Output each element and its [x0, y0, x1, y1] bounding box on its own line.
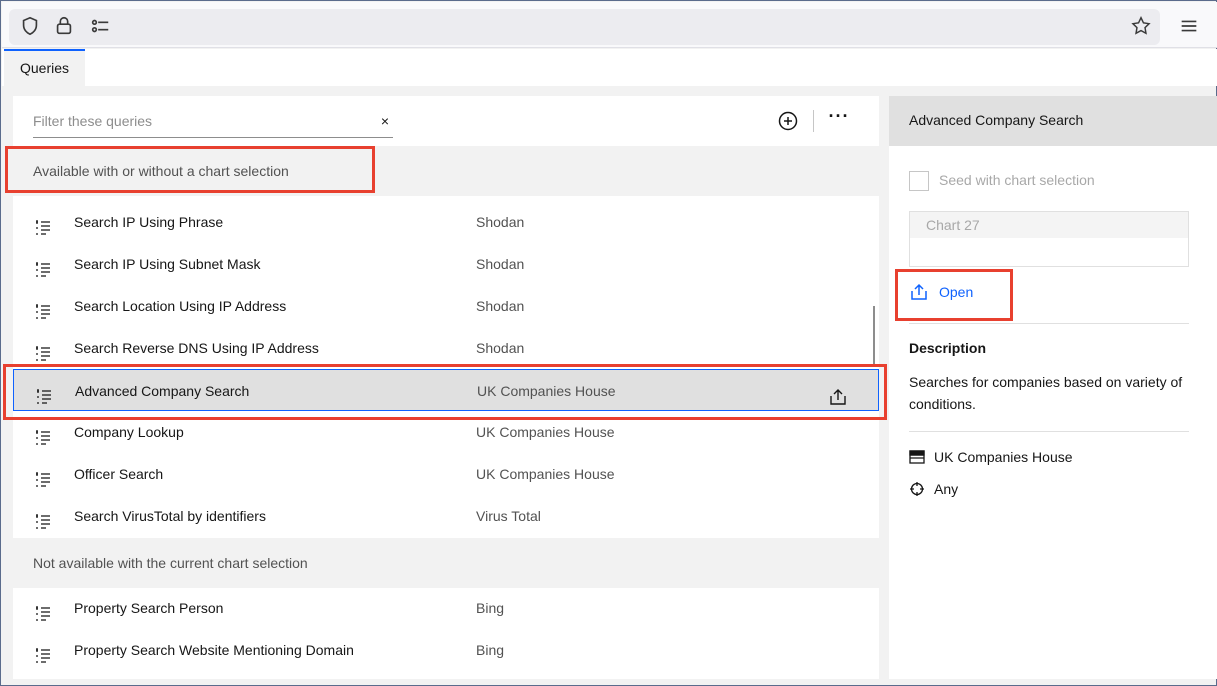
query-row[interactable]: Search IP Using Subnet Mask Shodan — [13, 243, 879, 285]
query-icon — [33, 598, 53, 621]
query-row[interactable]: Search VirusTotal by identifiers Virus To… — [13, 495, 879, 537]
search-row: Filter these queries × ··· — [13, 96, 879, 146]
query-icon — [33, 296, 53, 319]
toolbar-divider — [813, 110, 814, 132]
browser-toolbar — [2, 2, 1217, 48]
divider — [909, 431, 1189, 432]
query-icon — [33, 212, 53, 235]
query-source: Bing — [476, 642, 505, 658]
permissions-icon[interactable] — [88, 14, 112, 38]
query-icon — [34, 381, 54, 404]
query-row[interactable]: Search Reverse DNS Using IP Address Shoda… — [13, 327, 879, 369]
query-row[interactable]: Property Search Person Bing — [13, 587, 879, 629]
target-label: Any — [934, 481, 959, 497]
queries-panel: Filter these queries × ··· Available wit… — [13, 96, 879, 679]
query-details-panel: Advanced Company Search Seed with chart … — [889, 96, 1217, 679]
tab-queries[interactable]: Queries — [4, 49, 85, 86]
query-source: Shodan — [476, 298, 525, 314]
query-name: Search Reverse DNS Using IP Address — [74, 340, 319, 356]
divider — [909, 323, 1189, 324]
chart-label: Chart 27 — [910, 212, 1188, 238]
service-icon — [909, 450, 925, 464]
shield-icon[interactable] — [18, 14, 42, 38]
query-name: Search IP Using Subnet Mask — [74, 256, 261, 272]
query-row[interactable]: Property Search Website Mentioning Domai… — [13, 629, 879, 671]
target-icon — [910, 482, 924, 496]
query-icon — [33, 422, 53, 445]
bookmark-star-icon[interactable] — [1129, 14, 1153, 38]
query-icon — [33, 506, 53, 529]
query-name: Advanced Company Search — [75, 383, 250, 399]
query-source: UK Companies House — [477, 383, 616, 399]
query-name: Officer Search — [74, 466, 164, 482]
open-icon — [911, 283, 927, 300]
description-heading: Description — [909, 340, 987, 356]
query-name: Search VirusTotal by identifiers — [74, 508, 266, 524]
query-name: Company Lookup — [74, 424, 184, 440]
chart-select[interactable]: Chart 27 — [909, 211, 1189, 267]
scrollbar[interactable] — [873, 306, 875, 366]
hamburger-menu-icon[interactable] — [1177, 14, 1201, 38]
app-window: Queries Filter these queries × ··· Avail… — [0, 0, 1217, 686]
details-title: Advanced Company Search — [889, 96, 1217, 146]
address-bar[interactable] — [9, 9, 1160, 45]
open-label: Open — [939, 284, 974, 300]
more-options-button[interactable]: ··· — [827, 107, 851, 133]
query-name: Property Search Website Mentioning Domai… — [74, 642, 354, 658]
clear-icon[interactable]: × — [381, 106, 389, 136]
query-source: Virus Total — [476, 508, 541, 524]
query-icon — [33, 338, 53, 361]
tab-strip: Queries — [2, 49, 1217, 86]
section-unavailable-header: Not available with the current chart sel… — [13, 538, 879, 588]
seed-label: Seed with chart selection — [939, 172, 1095, 188]
seed-checkbox[interactable] — [909, 171, 929, 191]
query-source: Shodan — [476, 340, 525, 356]
query-icon — [33, 640, 53, 663]
lock-icon[interactable] — [52, 14, 76, 38]
section-available-header: Available with or without a chart select… — [13, 146, 879, 196]
query-icon — [33, 254, 53, 277]
filter-queries-input[interactable]: Filter these queries × — [33, 106, 393, 138]
query-row[interactable]: Advanced Company Search UK Companies Hous… — [13, 369, 879, 411]
query-row[interactable]: Search Location Using IP Address Shodan — [13, 285, 879, 327]
query-name: Property Search Person — [74, 600, 224, 616]
query-name: Search IP Using Phrase — [74, 214, 224, 230]
query-source: Shodan — [476, 214, 525, 230]
query-source: Bing — [476, 600, 505, 616]
query-row[interactable]: Search IP Using Phrase Shodan — [13, 201, 879, 243]
open-query-icon[interactable] — [828, 381, 848, 405]
query-icon — [33, 464, 53, 487]
add-icon — [778, 111, 798, 131]
query-name: Search Location Using IP Address — [74, 298, 287, 314]
filter-placeholder: Filter these queries — [33, 113, 153, 129]
query-row[interactable]: Company Lookup UK Companies House — [13, 411, 879, 453]
query-source: Shodan — [476, 256, 525, 272]
query-row[interactable]: Officer Search UK Companies House — [13, 453, 879, 495]
query-source: UK Companies House — [476, 466, 615, 482]
description-text: Searches for companies based on variety … — [909, 374, 1183, 412]
add-query-button[interactable] — [776, 109, 800, 133]
query-source: UK Companies House — [476, 424, 615, 440]
source-label: UK Companies House — [934, 449, 1073, 465]
